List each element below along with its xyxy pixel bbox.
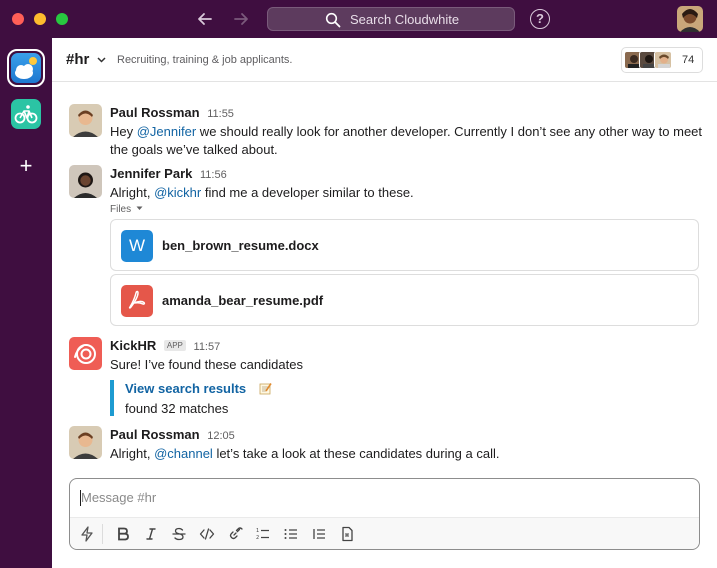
mention-link[interactable]: @channel xyxy=(154,446,213,461)
member-avatar xyxy=(654,51,672,69)
text-segment: Hey xyxy=(110,124,137,139)
pdf-icon xyxy=(121,285,153,317)
bicycle-icon xyxy=(14,105,38,124)
member-count: 74 xyxy=(682,54,695,66)
files-label: Files xyxy=(110,204,132,215)
timestamp[interactable]: 12:05 xyxy=(207,430,235,442)
message-input[interactable]: Message #hr xyxy=(81,490,156,505)
message-text: Alright, @kickhr find me a developer sim… xyxy=(110,184,710,202)
chevron-down-icon[interactable] xyxy=(97,57,106,63)
link-icon[interactable] xyxy=(227,526,243,542)
memo-icon xyxy=(259,383,272,395)
cloud-icon xyxy=(11,53,41,83)
avatar-image xyxy=(677,6,703,32)
message-list: Paul Rossman 11:55 Hey @Jennifer we shou… xyxy=(52,82,717,472)
bold-icon[interactable] xyxy=(115,526,131,542)
close-window-button[interactable] xyxy=(12,13,24,25)
text-segment: Alright, xyxy=(110,185,155,200)
workspace-cloudwhite[interactable] xyxy=(7,49,45,87)
kickhr-logo-icon[interactable] xyxy=(69,337,102,370)
attachment-icon[interactable] xyxy=(339,526,355,542)
arrow-right-icon[interactable] xyxy=(231,9,251,29)
mention-link[interactable]: @Jennifer xyxy=(137,124,196,139)
workspace-cycling[interactable] xyxy=(11,99,41,129)
view-search-results-link[interactable]: View search results xyxy=(125,381,246,396)
title-bar: Search Cloudwhite ? xyxy=(0,0,717,38)
help-button[interactable]: ? xyxy=(530,9,550,29)
message-header: Paul Rossman 11:55 xyxy=(110,105,234,120)
code-icon[interactable] xyxy=(199,526,215,542)
timestamp[interactable]: 11:57 xyxy=(194,341,221,353)
word-doc-icon: W xyxy=(121,230,153,262)
bulleted-list-icon[interactable] xyxy=(283,526,299,542)
author-name[interactable]: KickHR xyxy=(110,338,156,353)
files-toggle[interactable]: Files xyxy=(110,204,143,215)
search-icon xyxy=(325,12,341,28)
search-placeholder: Search Cloudwhite xyxy=(350,12,460,27)
message-text: Alright, @channel let’s take a look at t… xyxy=(110,445,710,463)
italic-icon[interactable] xyxy=(143,526,159,542)
file-icon-letter: W xyxy=(128,236,146,255)
message-composer[interactable]: Message #hr 1 2 xyxy=(69,478,700,550)
channel-header: #hr Recruiting, training & job applicant… xyxy=(52,38,717,82)
channel-topic[interactable]: Recruiting, training & job applicants. xyxy=(117,54,292,66)
author-name[interactable]: Paul Rossman xyxy=(110,427,200,442)
members-button[interactable]: 74 xyxy=(621,47,703,73)
strikethrough-icon[interactable] xyxy=(171,526,187,542)
minimize-window-button[interactable] xyxy=(34,13,46,25)
text-segment: Alright, xyxy=(110,446,155,461)
workspace-rail: + xyxy=(0,38,52,568)
channel-name[interactable]: #hr xyxy=(66,51,89,68)
avatar[interactable] xyxy=(69,165,102,198)
svg-text:1: 1 xyxy=(256,528,259,534)
match-count: found 32 matches xyxy=(125,401,229,416)
text-segment: we should really look for another develo… xyxy=(110,124,703,157)
app-badge: APP xyxy=(163,340,186,351)
search-results-attachment: View search results found 32 matches xyxy=(110,380,272,416)
numbered-block-icon[interactable] xyxy=(311,526,327,542)
text-segment: let’s take a look at these candidates du… xyxy=(212,446,500,461)
formatting-toolbar: 1 2 xyxy=(70,517,699,549)
message-header: Jennifer Park 11:56 xyxy=(110,166,227,181)
lightning-icon[interactable] xyxy=(79,526,95,542)
question-circle-icon: ? xyxy=(536,11,544,26)
file-card[interactable]: amanda_bear_resume.pdf xyxy=(110,274,699,326)
add-workspace-button[interactable]: + xyxy=(14,155,38,179)
author-name[interactable]: Jennifer Park xyxy=(110,166,192,181)
message-text: Sure! I’ve found these candidates xyxy=(110,357,303,372)
avatar[interactable] xyxy=(69,104,102,137)
svg-text:2: 2 xyxy=(256,535,259,541)
text-segment: find me a developer similar to these. xyxy=(201,185,414,200)
mention-link[interactable]: @kickhr xyxy=(154,185,201,200)
search-bar[interactable]: Search Cloudwhite xyxy=(267,7,515,31)
message-header: KickHR APP 11:57 xyxy=(110,338,220,353)
ordered-list-icon[interactable]: 1 2 xyxy=(255,526,271,542)
file-card[interactable]: W ben_brown_resume.docx xyxy=(110,219,699,271)
zoom-window-button[interactable] xyxy=(56,13,68,25)
user-avatar[interactable] xyxy=(677,6,703,32)
timestamp[interactable]: 11:56 xyxy=(200,169,227,181)
arrow-left-icon[interactable] xyxy=(195,9,215,29)
caret-down-icon xyxy=(136,206,143,210)
author-name[interactable]: Paul Rossman xyxy=(110,105,200,120)
message-header: Paul Rossman 12:05 xyxy=(110,427,235,442)
file-name[interactable]: ben_brown_resume.docx xyxy=(162,238,319,253)
avatar[interactable] xyxy=(69,426,102,459)
message-text: Hey @Jennifer we should really look for … xyxy=(110,123,710,159)
file-name[interactable]: amanda_bear_resume.pdf xyxy=(162,293,323,308)
toolbar-divider xyxy=(102,524,103,544)
timestamp[interactable]: 11:55 xyxy=(207,108,234,120)
